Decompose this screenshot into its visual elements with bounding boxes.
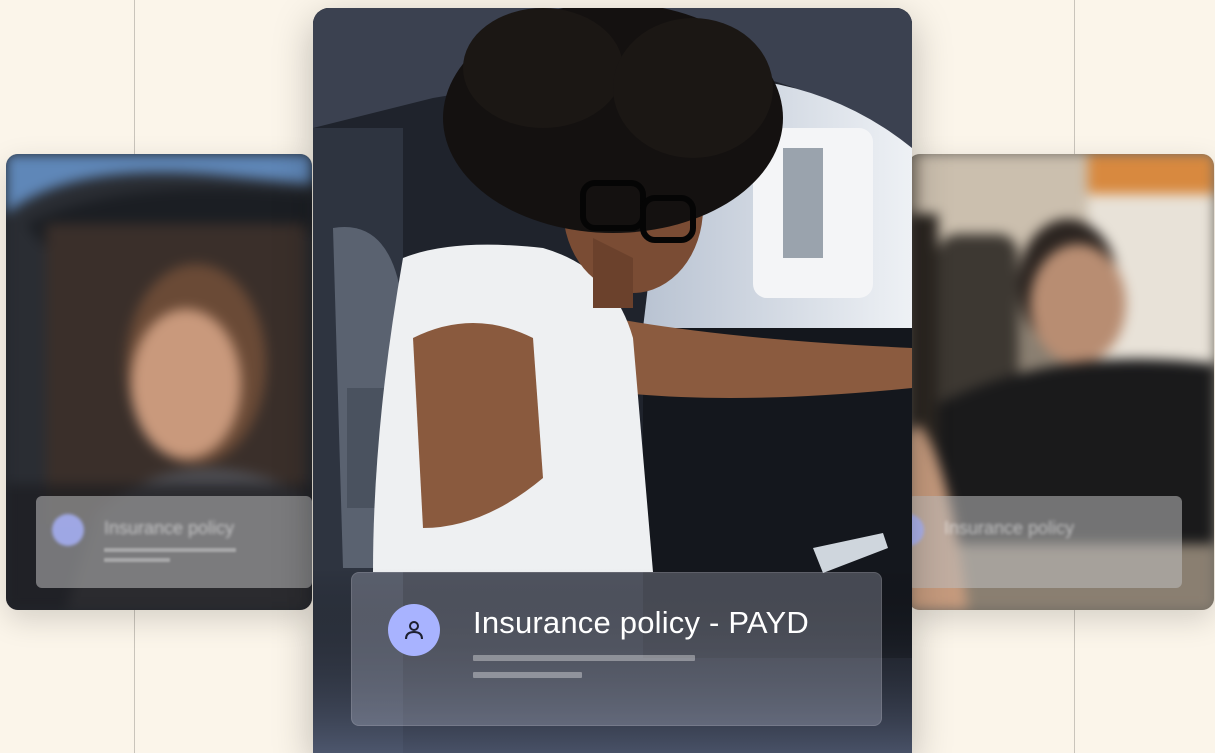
left-card-placeholder-line [104, 558, 170, 562]
left-card-placeholder-line [104, 548, 236, 552]
main-policy-card[interactable]: Insurance policy - PAYD [313, 8, 912, 753]
policy-placeholder-line [473, 672, 582, 678]
policy-placeholder-line [473, 655, 695, 661]
left-preview-card[interactable]: Insurance policy [6, 154, 312, 610]
left-card-title: Insurance policy [104, 518, 235, 538]
avatar [388, 604, 440, 656]
policy-info-panel: Insurance policy - PAYD [351, 572, 882, 726]
user-icon [405, 621, 423, 640]
left-card-info-panel: Insurance policy [36, 496, 312, 588]
policy-title: Insurance policy - PAYD [473, 605, 809, 640]
right-card-info-panel: Insurance policy [908, 496, 1182, 588]
right-card-title: Insurance policy [944, 518, 1075, 538]
left-card-avatar [52, 514, 84, 546]
right-preview-card[interactable]: Insurance policy [908, 154, 1214, 610]
